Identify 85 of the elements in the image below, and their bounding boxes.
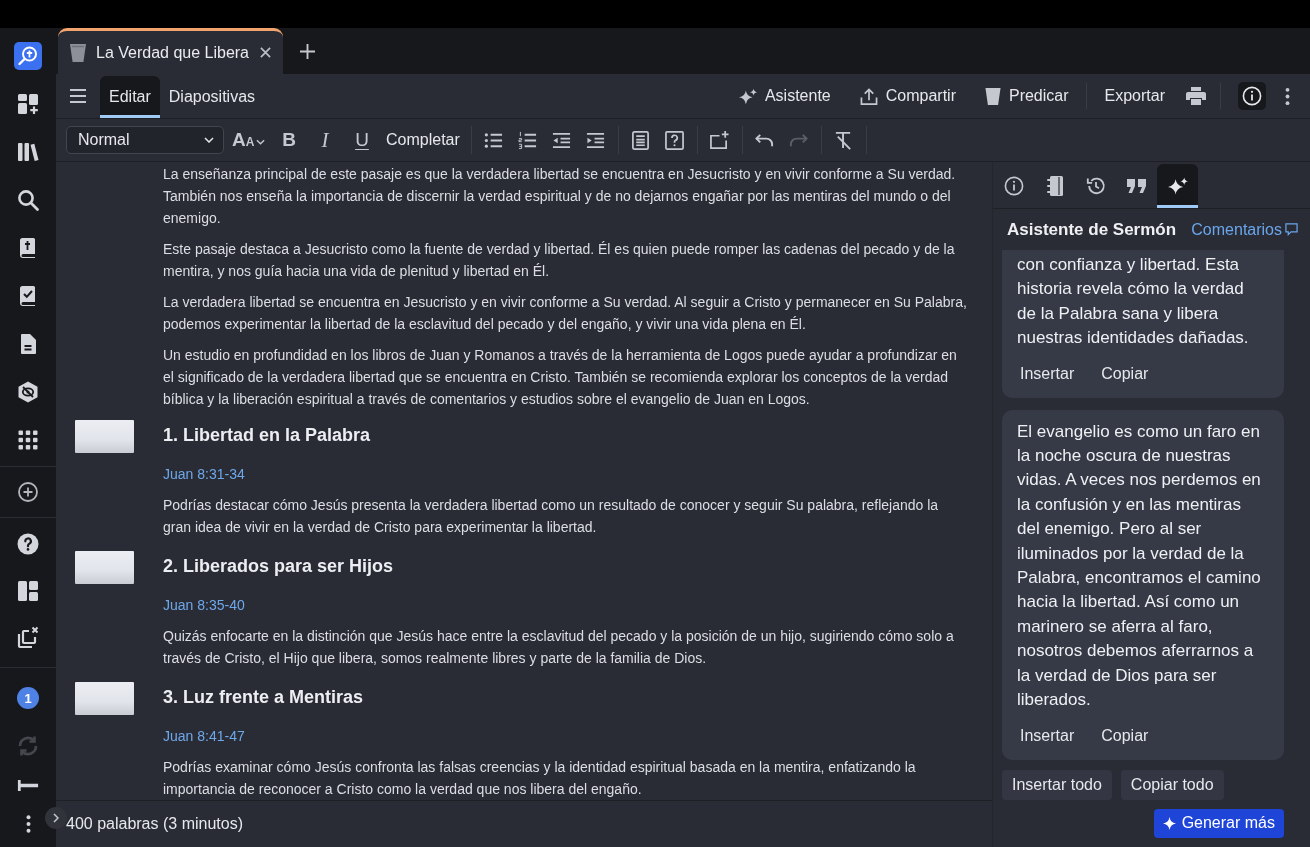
podium-icon (984, 87, 1001, 105)
info-icon (1242, 86, 1262, 106)
notebook-icon (1044, 176, 1065, 196)
point-heading: 2. Liberados para ser Hijos (163, 555, 395, 578)
info-button[interactable] (1238, 82, 1266, 110)
chevron-right-icon (53, 813, 59, 823)
insert-button[interactable]: Insertar (1011, 718, 1084, 753)
assistant-tab[interactable] (1157, 164, 1198, 208)
underline-button[interactable]: U (345, 125, 379, 155)
point-heading: 1. Libertad en la Palabra (163, 424, 372, 447)
notification-badge[interactable]: 1 (17, 687, 39, 709)
body-paragraph: Este pasaje destaca a Jesucristo como la fuente de verdad y libertad. Él es quien puede romper las cadenas del pecado y de la mentira, y nos guía hacia una vida de plenitud y libertad en Él. (163, 240, 956, 281)
slide-thumbnail[interactable] (75, 682, 134, 715)
more-icon[interactable] (25, 813, 31, 834)
copy-button[interactable]: Copiar (1092, 718, 1158, 753)
slide-thumbnail[interactable] (75, 551, 134, 584)
app-logo-icon[interactable] (14, 42, 42, 70)
grid-icon[interactable] (16, 428, 40, 452)
chevron-down-icon (204, 137, 214, 143)
insert-button[interactable]: Insertar (1011, 356, 1084, 391)
share-button[interactable]: Compartir (859, 87, 956, 105)
comment-icon (1285, 223, 1298, 236)
word-count: 400 palabras (3 minutos) (66, 815, 243, 833)
export-button[interactable]: Exportar (1104, 87, 1165, 105)
add-circle-icon[interactable] (16, 480, 40, 504)
add-frame-icon[interactable] (710, 130, 730, 150)
mode-tab[interactable]: Editar (100, 76, 160, 118)
books-icon[interactable] (16, 140, 40, 164)
scripture-link[interactable]: Juan 8:41-47 (163, 728, 245, 744)
bold-button[interactable]: B (272, 125, 306, 155)
copy-all-button[interactable]: Copiar todo (1120, 769, 1224, 800)
page-icon[interactable] (631, 130, 651, 150)
indent-icon[interactable] (586, 130, 606, 150)
body-paragraph: La verdadera libertad se encuentra en Jesucristo y en vivir conforme a Su verdad. Al seguir a Cristo y permanecer en Su Palabra, podemos experimentar la libertad de la esclavitud del pecado y del engaño, y vivir una vida plena en Él. (163, 293, 968, 334)
upload-icon (859, 87, 878, 105)
body-paragraph: Un estudio en profundidad en los libros de Juan y Romanos a través de la herramienta de Logos puede ayudar a profundizar en el significado de la verdadera libertad que se encuentra en Cristo. También se recomienda explorar los conceptos de la verdad bíblica y la liberación espiritual a través de comentarios y estudios sobre el evangelio de Juan en Logos. (163, 346, 958, 409)
mode-tab[interactable]: Diapositivas (159, 76, 265, 118)
add-tab-icon[interactable] (300, 43, 315, 59)
shelf-icon[interactable] (17, 779, 39, 791)
menu-icon[interactable] (70, 89, 86, 103)
podium-icon (70, 43, 86, 62)
pages-close-icon[interactable] (16, 625, 40, 650)
scripture-link[interactable]: Juan 8:31-34 (163, 466, 245, 482)
numbered-list-icon[interactable] (518, 130, 538, 150)
close-icon[interactable] (260, 47, 271, 58)
point-description: Podrías examinar cómo Jesús confronta las falsas creencias y la identidad espiritual basada en la mentira, enfatizando la importancia de reconocer a Cristo como la verdad que nos libera del engaño. (163, 758, 917, 799)
generate-button[interactable]: Generar más (1153, 808, 1284, 838)
sparkle-icon (1162, 816, 1176, 830)
question-box-icon[interactable] (665, 130, 685, 150)
quote-icon (1126, 176, 1147, 196)
assistant-button[interactable]: Asistente (738, 87, 831, 105)
font-size-button[interactable]: AA (232, 125, 270, 155)
shield-eye-icon[interactable] (16, 380, 40, 404)
expand-button[interactable] (45, 807, 67, 829)
insert-all-button[interactable]: Insertar todo (1002, 769, 1112, 800)
body-paragraph: La enseñanza principal de este pasaje es que la verdadera libertad se encuentra en Jesucristo y en vivir conforme a Su verdad. También nos enseña la importancia de discernir la verdad espiritual y de no dejarnos engañar por las mentiras del mundo o del enemigo. (163, 165, 957, 228)
copy-button[interactable]: Copiar (1092, 356, 1158, 391)
preach-button[interactable]: Predicar (984, 87, 1069, 105)
more-icon[interactable] (1285, 86, 1290, 106)
style-select[interactable]: Normal (66, 126, 224, 154)
point-heading: 3. Luz frente a Mentiras (163, 686, 365, 709)
outdent-icon[interactable] (552, 130, 572, 150)
clear-format-icon[interactable] (834, 130, 854, 150)
suggestion-text: El evangelio es como un faro en la noche oscura de nuestras vidas. A veces nos perdemos en la confusión y en las mentiras del enemigo. Pero al ser iluminados por la verdad de la Palabra, encontramos el camino hacia la libertad. Así como un marinero se aferra al faro, nosotros debemos aferrarnos a la verdad de Dios para ser liberados. (1017, 420, 1262, 712)
slide-thumbnail[interactable] (75, 420, 134, 453)
point-description: Quizás enfocarte en la distinción que Jesús hace entre la esclavitud del pecado y la posición de un hijo, sugiriendo cómo solo a través de Cristo, el Hijo que libera, somos realmente libres y parte de la familia de Dios. (163, 627, 955, 668)
document-tab[interactable]: La Verdad que Libera (58, 28, 283, 74)
suggestion-text: con confianza y libertad. Esta historia revela cómo la verdad de la Palabra sana y libera nuestras identidades dañadas. (1017, 254, 1250, 350)
bullet-list-icon[interactable] (484, 130, 504, 150)
italic-button[interactable]: I (308, 125, 342, 155)
layout-icon[interactable] (16, 578, 40, 603)
comments-link[interactable]: Comentarios (1191, 220, 1298, 239)
sparkle-icon (738, 87, 757, 105)
complete-button[interactable]: Completar (380, 125, 466, 155)
panel-title: Asistente de Sermón (1007, 219, 1177, 240)
scripture-link[interactable]: Juan 8:35-40 (163, 597, 245, 613)
search-icon[interactable] (16, 188, 40, 212)
point-description: Podrías destacar cómo Jesús presenta la verdadera libertad como un resultado de conocer y seguir Su palabra, reflejando la gran idea de vivir en la verdad de Cristo para experimentar la libertad. (163, 496, 940, 537)
printer-icon[interactable] (1186, 87, 1206, 105)
help-icon[interactable] (16, 531, 40, 556)
layout-add-icon[interactable] (16, 92, 40, 116)
history-icon (1085, 176, 1106, 196)
chevron-down-icon (256, 139, 266, 145)
info-icon (1003, 176, 1024, 196)
sparkle-icon (1167, 176, 1188, 196)
